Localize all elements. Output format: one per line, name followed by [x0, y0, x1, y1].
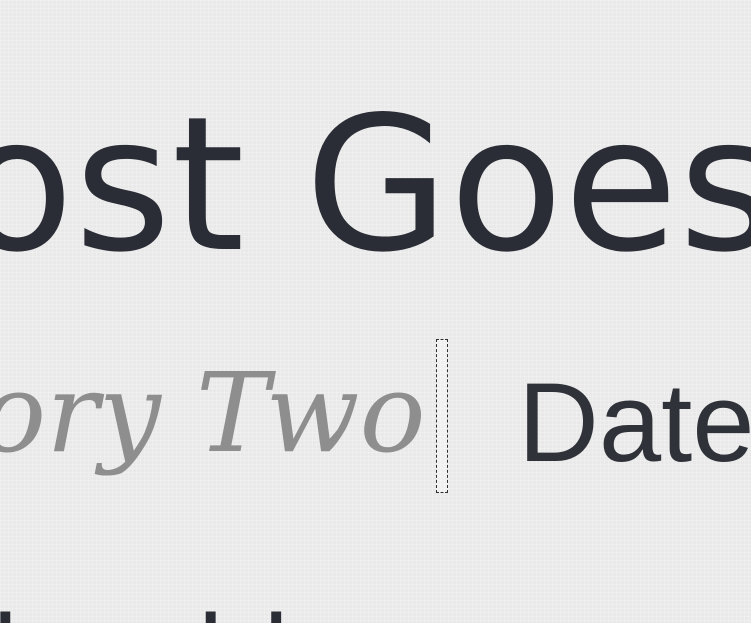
- post-preview-canvas: ost Goes ory Two Date l ... l l: [0, 0, 751, 623]
- post-title: ost Goes: [0, 76, 751, 293]
- post-excerpt-fragment: l ... l l: [0, 602, 751, 623]
- post-category[interactable]: ory Two: [0, 358, 426, 468]
- post-date: Date: [518, 360, 751, 485]
- post-meta-row: ory Two Date: [0, 335, 751, 505]
- meta-divider-caret: [436, 339, 448, 493]
